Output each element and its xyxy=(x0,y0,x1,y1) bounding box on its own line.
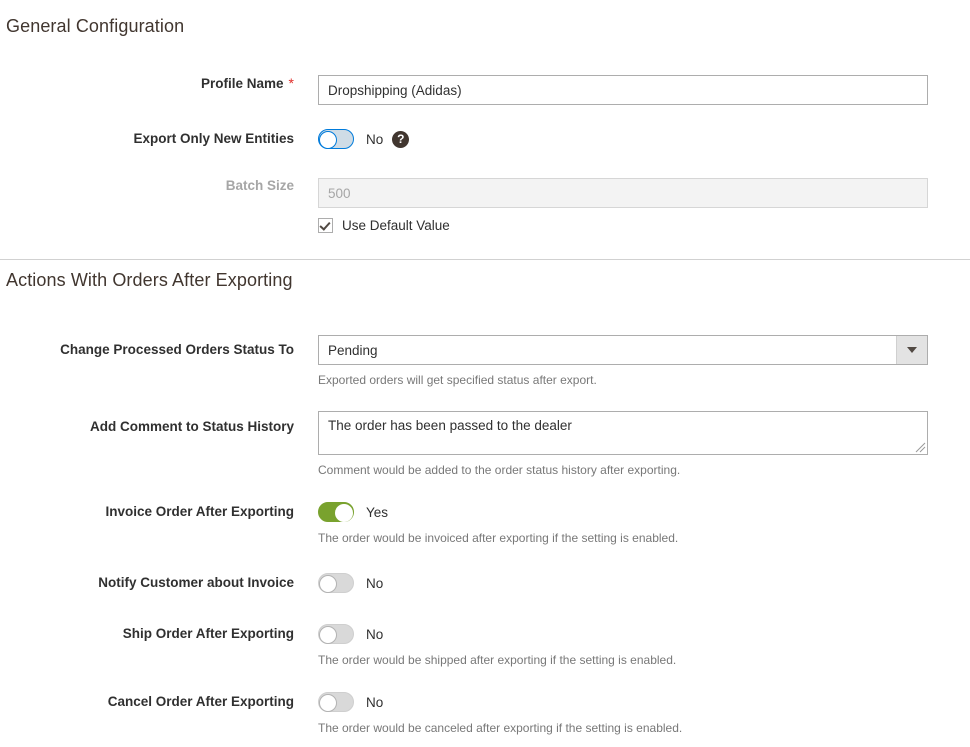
field-label-export-only-new-entities: Export Only New Entities xyxy=(133,131,294,146)
toggle-knob xyxy=(319,694,337,712)
field-row-export-only-new-entities: Export Only New Entities No ? xyxy=(0,128,970,150)
field-row-change-processed-orders-status: Change Processed Orders Status To Pendin… xyxy=(0,335,970,387)
toggle-knob xyxy=(319,626,337,644)
field-control-export-only-new-entities: No ? xyxy=(318,128,970,150)
field-label-invoice-order-after-exporting: Invoice Order After Exporting xyxy=(105,504,294,519)
checkmark-icon xyxy=(319,219,331,231)
note-cancel-order-after-exporting: The order would be canceled after export… xyxy=(318,721,683,735)
section-title-actions-with-orders-after-exporting: Actions With Orders After Exporting xyxy=(6,270,293,290)
field-control-notify-customer-about-invoice: No xyxy=(318,572,970,594)
ship-order-after-exporting-toggle[interactable] xyxy=(318,624,354,644)
toggle-row-cancel-order-after-exporting: No xyxy=(318,691,970,713)
field-row-add-comment-to-status-history: Add Comment to Status History The order … xyxy=(0,411,970,477)
field-row-ship-order-after-exporting: Ship Order After Exporting No The order … xyxy=(0,623,970,667)
notify-customer-about-invoice-toggle-state: No xyxy=(366,575,384,591)
cancel-order-after-exporting-toggle[interactable] xyxy=(318,692,354,712)
notify-customer-about-invoice-toggle[interactable] xyxy=(318,573,354,593)
field-label-ship-order-after-exporting: Ship Order After Exporting xyxy=(122,626,294,641)
use-default-value-row[interactable]: Use Default Value xyxy=(318,218,970,233)
note-change-processed-orders-status: Exported orders will get specified statu… xyxy=(318,373,597,387)
toggle-row-invoice-order-after-exporting: Yes xyxy=(318,501,970,523)
ship-order-after-exporting-toggle-state: No xyxy=(366,626,384,642)
change-processed-orders-status-select[interactable]: Pending xyxy=(318,335,928,365)
profile-name-input[interactable] xyxy=(318,75,928,105)
toggle-knob xyxy=(335,504,353,522)
select-selected-value: Pending xyxy=(328,342,378,358)
toggle-row-notify-customer-about-invoice: No xyxy=(318,572,970,594)
note-ship-order-after-exporting: The order would be shipped after exporti… xyxy=(318,653,677,667)
use-default-value-label: Use Default Value xyxy=(342,218,450,233)
field-row-notify-customer-about-invoice: Notify Customer about Invoice No xyxy=(0,572,970,594)
required-asterisk-icon: * xyxy=(288,75,294,91)
field-label-change-processed-orders-status: Change Processed Orders Status To xyxy=(60,342,294,357)
toggle-knob xyxy=(319,131,337,149)
cancel-order-after-exporting-toggle-state: No xyxy=(366,694,384,710)
field-row-batch-size: Batch Size Use Default Value xyxy=(0,178,970,233)
field-label-batch-size: Batch Size xyxy=(225,178,294,193)
add-comment-to-status-history-textarea[interactable]: The order has been passed to the dealer xyxy=(318,411,928,455)
field-control-invoice-order-after-exporting: Yes The order would be invoiced after ex… xyxy=(318,501,970,545)
note-add-comment-to-status-history: Comment would be added to the order stat… xyxy=(318,463,681,477)
batch-size-input xyxy=(318,178,928,208)
field-label-notify-customer-about-invoice: Notify Customer about Invoice xyxy=(98,575,294,590)
toggle-row-export-only-new-entities: No ? xyxy=(318,128,970,150)
field-control-change-processed-orders-status: Pending Exported orders will get specifi… xyxy=(318,335,970,387)
caret-shape xyxy=(907,347,917,353)
field-row-cancel-order-after-exporting: Cancel Order After Exporting No The orde… xyxy=(0,691,970,735)
toggle-row-ship-order-after-exporting: No xyxy=(318,623,970,645)
field-label-add-comment-to-status-history: Add Comment to Status History xyxy=(89,419,294,434)
invoice-order-after-exporting-toggle[interactable] xyxy=(318,502,354,522)
note-invoice-order-after-exporting: The order would be invoiced after export… xyxy=(318,531,679,545)
general-configuration-form: General Configuration Profile Name * Expo… xyxy=(0,0,970,735)
invoice-order-after-exporting-toggle-state: Yes xyxy=(366,504,389,520)
field-control-cancel-order-after-exporting: No The order would be canceled after exp… xyxy=(318,691,970,735)
field-row-invoice-order-after-exporting: Invoice Order After Exporting Yes The or… xyxy=(0,501,970,545)
use-default-value-checkbox[interactable] xyxy=(318,218,333,233)
field-label-profile-name: Profile Name * xyxy=(0,75,318,92)
field-control-add-comment-to-status-history: The order has been passed to the dealer … xyxy=(318,411,970,477)
field-label-profile-name-text: Profile Name xyxy=(201,76,284,91)
field-control-profile-name xyxy=(318,75,970,105)
toggle-knob xyxy=(319,575,337,593)
question-mark-icon[interactable]: ? xyxy=(392,130,410,148)
export-only-new-entities-toggle[interactable] xyxy=(318,129,354,149)
field-control-ship-order-after-exporting: No The order would be shipped after expo… xyxy=(318,623,970,667)
field-control-batch-size: Use Default Value xyxy=(318,178,970,233)
chevron-down-icon[interactable] xyxy=(896,336,927,364)
field-row-profile-name: Profile Name * xyxy=(0,75,970,105)
section-title-general-configuration: General Configuration xyxy=(6,16,185,36)
textarea-wrapper: The order has been passed to the dealer xyxy=(318,411,928,455)
export-only-new-entities-toggle-state: No xyxy=(366,131,384,147)
field-label-cancel-order-after-exporting: Cancel Order After Exporting xyxy=(107,694,294,709)
